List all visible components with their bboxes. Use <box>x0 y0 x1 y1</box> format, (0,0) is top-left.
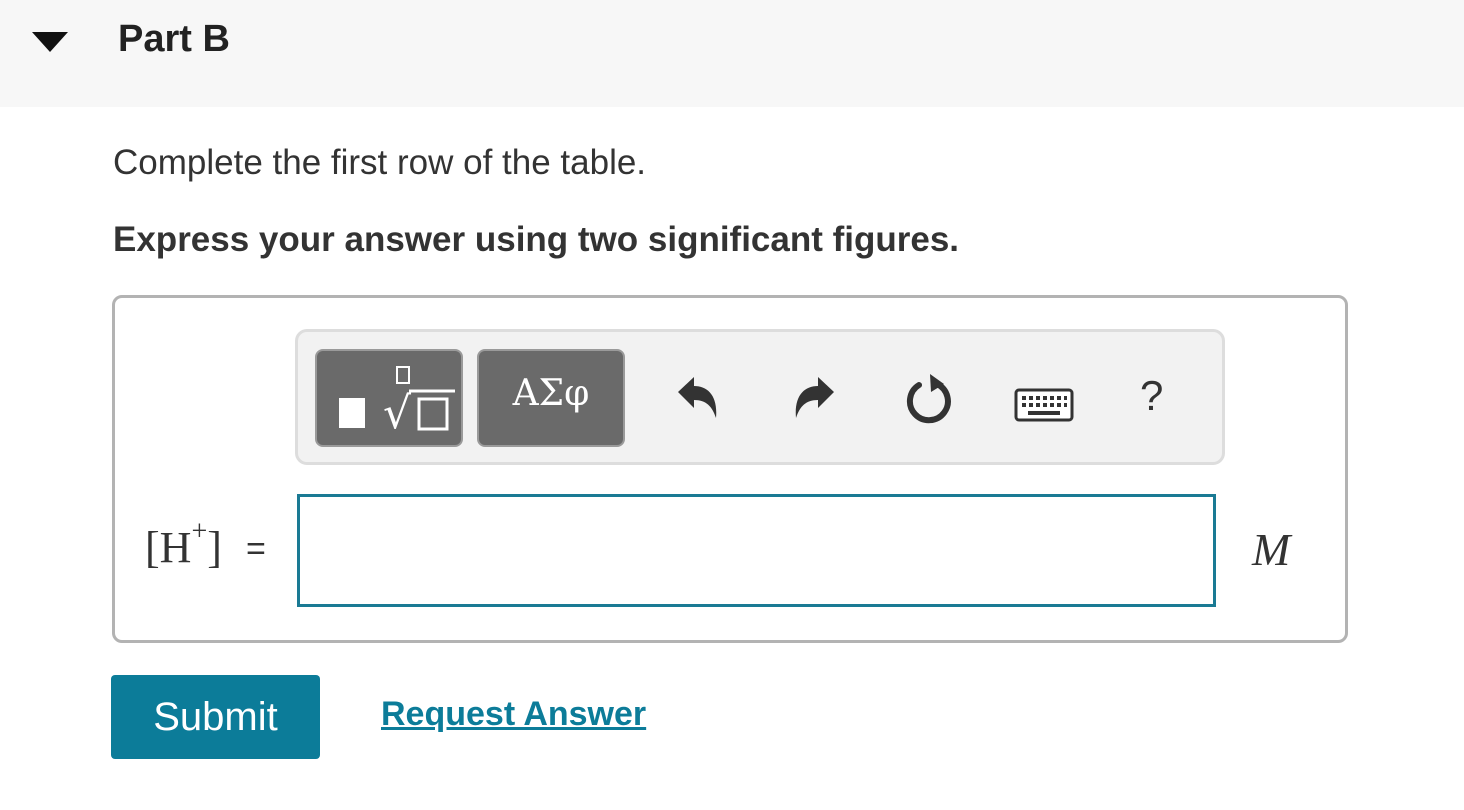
help-button[interactable]: ? <box>1140 372 1163 420</box>
variable-base: [H <box>145 523 192 572</box>
variable-superscript: + <box>191 516 208 547</box>
request-answer-link[interactable]: Request Answer <box>381 695 646 734</box>
redo-icon[interactable] <box>792 374 836 422</box>
answer-format-instruction: Express your answer using two significan… <box>113 220 960 259</box>
unit-label: M <box>1252 524 1291 575</box>
caret-down-icon[interactable] <box>30 30 70 54</box>
answer-input[interactable] <box>297 494 1216 607</box>
svg-text:√: √ <box>383 388 412 439</box>
reset-icon[interactable] <box>904 372 956 426</box>
variable-label: [H+] <box>145 516 222 573</box>
equals-sign: = <box>246 530 266 568</box>
part-title: Part B <box>118 18 230 60</box>
variable-close: ] <box>207 523 222 572</box>
symbols-button[interactable]: ΑΣφ <box>477 349 625 447</box>
undo-icon[interactable] <box>676 374 720 422</box>
submit-button[interactable]: Submit <box>111 675 320 759</box>
keyboard-icon[interactable] <box>1014 388 1074 422</box>
part-header: Part B <box>0 0 1464 107</box>
templates-button[interactable]: √ <box>315 349 463 447</box>
symbols-label: ΑΣφ <box>512 373 590 414</box>
math-templates-icon: √ <box>339 366 455 439</box>
instruction-text: Complete the first row of the table. <box>113 143 647 182</box>
